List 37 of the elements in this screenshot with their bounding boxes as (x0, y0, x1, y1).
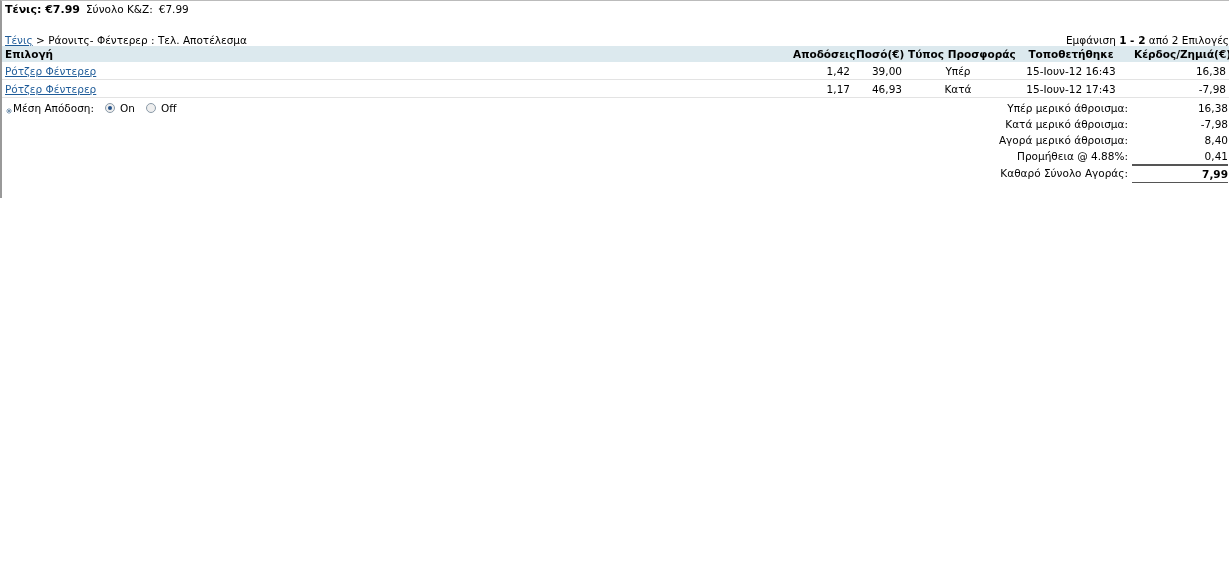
summary-value: -7,98 (1199, 117, 1228, 132)
table-cell: 1,42 (790, 62, 853, 80)
total-label: Σύνολο Κ&Ζ: (85, 3, 153, 15)
breadcrumb-current: Ράονιτς- Φέντερερ : Τελ. Αποτέλεσμα (48, 34, 247, 46)
radio-label: On (120, 102, 135, 114)
page-title: Τένις: €7.99 (5, 3, 80, 16)
table-cell: 39,00 (853, 62, 905, 80)
column-header: Αποδόσεις (790, 46, 853, 62)
summary-value: 7,99 (1132, 165, 1228, 183)
summary-value: 16,38 (1196, 101, 1228, 116)
radio-button[interactable] (105, 103, 115, 113)
table-cell: 1,17 (790, 79, 853, 98)
summary-value: 0,41 (1132, 148, 1228, 165)
table-cell: 16,38 (1131, 62, 1229, 80)
average-odds-label: Μέση Απόδοση: (13, 102, 94, 114)
selection-link[interactable]: Ρότζερ Φέντερερ (5, 64, 97, 77)
table-cell: -7,98 (1131, 79, 1229, 98)
radio-button[interactable] (145, 103, 156, 113)
summary-value: 8,40 (1203, 133, 1228, 148)
column-header: Επιλογή (2, 46, 790, 62)
breadcrumb-link[interactable]: Τένις (5, 34, 33, 46)
table-cell: Κατά (905, 79, 1011, 98)
table-cell: 46,93 (853, 79, 905, 98)
paging-info: Εμφάνιση 1 - 2 από 2 Επιλογές (1065, 34, 1229, 46)
breadcrumb-separator: > (36, 34, 45, 46)
radio-label: Off (160, 102, 177, 114)
table-cell: 15-Ιουν-12 17:43 (1011, 79, 1131, 98)
table-cell: 15-Ιουν-12 16:43 (1011, 62, 1131, 80)
table-cell: Υπέρ (905, 62, 1011, 80)
summary-label: Καθαρό Σύνολο Αγοράς: (999, 166, 1128, 181)
summary-label: Αγορά μερικό άθροισμα: (998, 133, 1128, 148)
total-value: €7.99 (158, 3, 189, 15)
summary-label: Υπέρ μερικό άθροισμα: (1006, 101, 1128, 116)
sparkle-icon (6, 108, 12, 114)
summary-label: Κατά μερικό άθροισμα: (1004, 117, 1128, 132)
summary-label: Προμήθεια @ 4.88%: (1016, 149, 1128, 164)
selection-link[interactable]: Ρότζερ Φέντερερ (5, 82, 97, 95)
